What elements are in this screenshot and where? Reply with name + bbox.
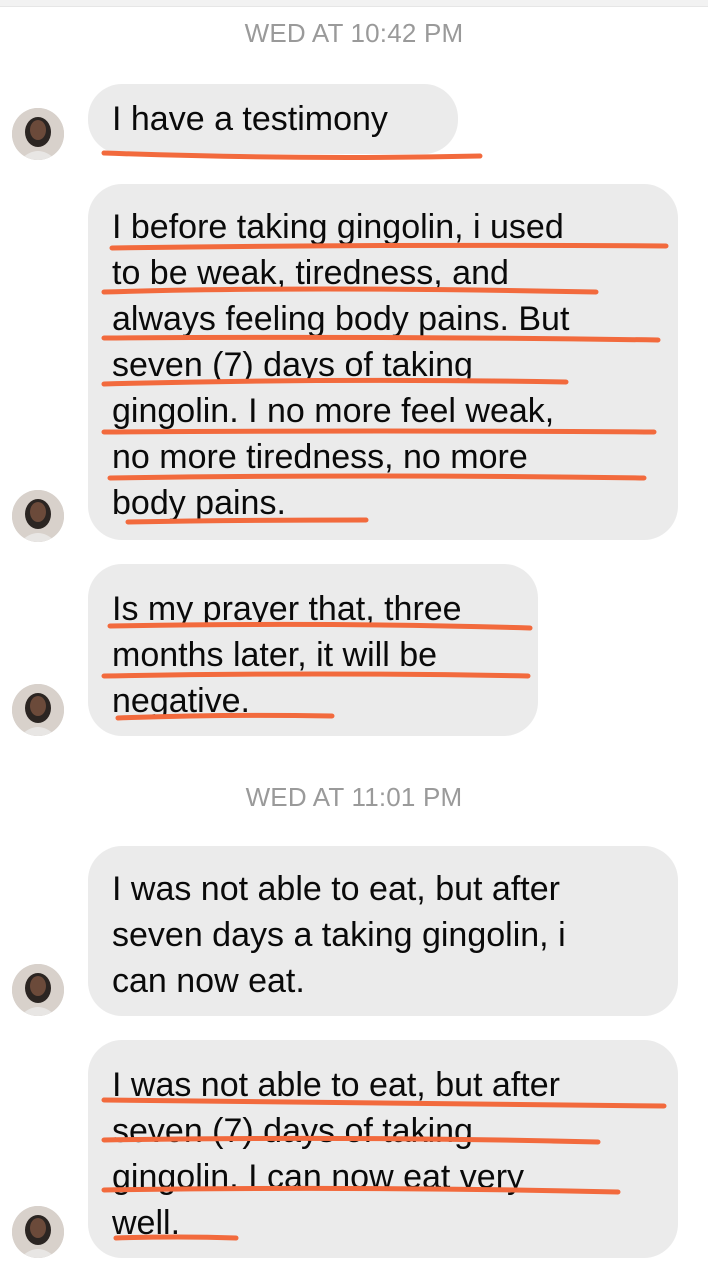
message-line: I have a testimony bbox=[112, 100, 388, 138]
message-line: gingolin. I can now eat very bbox=[112, 1158, 525, 1196]
timestamp: WED AT 10:42 PM bbox=[244, 18, 464, 48]
message-line: I was not able to eat, but after bbox=[112, 870, 560, 908]
message-line: body pains. bbox=[112, 484, 286, 522]
message-line: gingolin. I no more feel weak, bbox=[112, 392, 555, 430]
message-line: negative. bbox=[112, 682, 250, 720]
top-divider bbox=[0, 0, 708, 7]
message-line: Is my prayer that, three bbox=[112, 590, 462, 628]
message-line: no more tiredness, no more bbox=[112, 438, 528, 476]
message-line: I was not able to eat, but after bbox=[112, 1066, 560, 1104]
timestamp: WED AT 11:01 PM bbox=[245, 782, 463, 812]
message-bubble[interactable]: I have a testimony bbox=[88, 84, 458, 154]
avatar-photo-icon bbox=[12, 108, 64, 160]
avatar[interactable] bbox=[12, 490, 64, 542]
message-line: to be weak, tiredness, and bbox=[112, 254, 509, 292]
avatar[interactable] bbox=[12, 684, 64, 736]
message-line: months later, it will be bbox=[112, 636, 438, 674]
message-line: always feeling body pains. But bbox=[112, 300, 570, 338]
message-bubble[interactable]: I before taking gingolin, i used to be w… bbox=[88, 184, 678, 540]
message-line: seven (7) days of taking bbox=[112, 346, 473, 384]
message-bubble[interactable]: I was not able to eat, but after seven (… bbox=[88, 1040, 678, 1258]
avatar[interactable] bbox=[12, 1206, 64, 1258]
avatar[interactable] bbox=[12, 108, 64, 160]
message-bubble[interactable]: I was not able to eat, but after seven d… bbox=[88, 846, 678, 1016]
message-line: I before taking gingolin, i used bbox=[112, 208, 564, 246]
message-line: well. bbox=[112, 1204, 181, 1242]
avatar-photo-icon bbox=[12, 1206, 64, 1258]
message-bubble[interactable]: Is my prayer that, three months later, i… bbox=[88, 564, 538, 736]
avatar-photo-icon bbox=[12, 490, 64, 542]
avatar-photo-icon bbox=[12, 964, 64, 1016]
avatar[interactable] bbox=[12, 964, 64, 1016]
message-line: seven (7) days of taking bbox=[112, 1112, 473, 1150]
message-line: can now eat. bbox=[112, 962, 305, 1000]
avatar-photo-icon bbox=[12, 684, 64, 736]
message-line: seven days a taking gingolin, i bbox=[112, 916, 566, 954]
